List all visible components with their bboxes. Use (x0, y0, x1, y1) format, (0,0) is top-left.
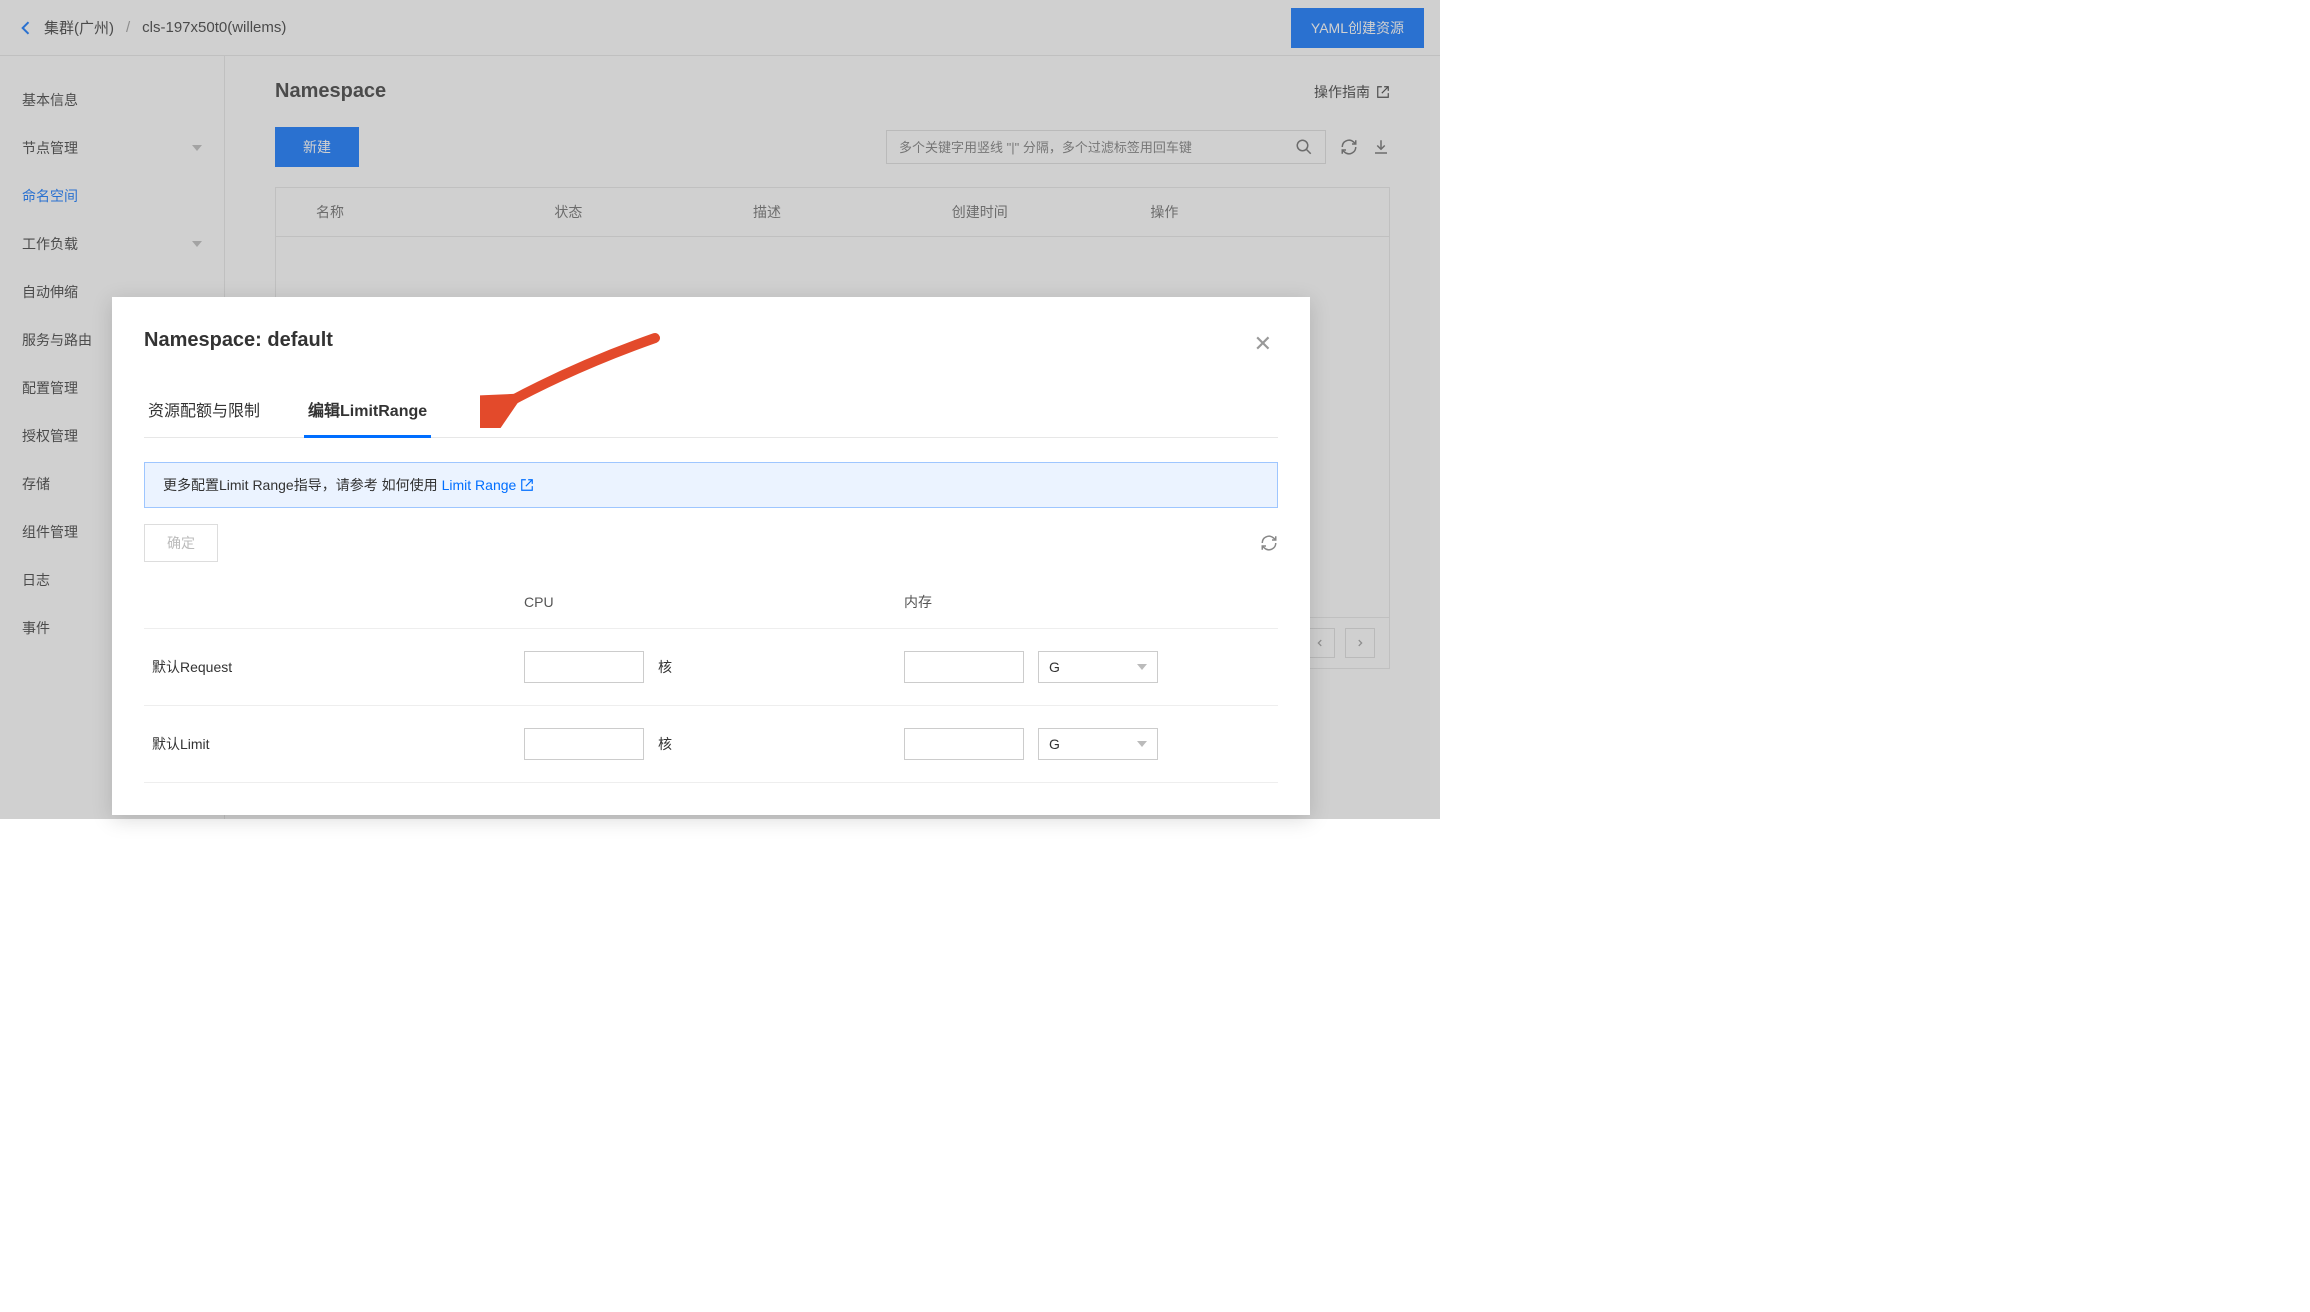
refresh-icon[interactable] (1260, 534, 1278, 552)
cpu-unit-label: 核 (658, 657, 672, 677)
limit-range-form: CPU 内存 默认Request 核 G 默认Limit (144, 576, 1278, 783)
close-icon[interactable]: ✕ (1248, 329, 1278, 359)
chevron-down-icon (1137, 741, 1147, 747)
row-default-request: 默认Request 核 G (144, 629, 1278, 706)
request-cpu-input[interactable] (524, 651, 644, 683)
modal-tabs: 资源配额与限制 编辑LimitRange (144, 383, 1278, 438)
row-label: 默认Limit (144, 734, 524, 754)
info-banner: 更多配置Limit Range指导，请参考 如何使用 Limit Range (144, 462, 1278, 508)
col-head-cpu: CPU (524, 594, 904, 610)
limit-cpu-input[interactable] (524, 728, 644, 760)
request-mem-unit-select[interactable]: G (1038, 651, 1158, 683)
external-link-icon (520, 478, 534, 492)
limit-range-help-link[interactable]: Limit Range (442, 477, 517, 493)
row-default-limit: 默认Limit 核 G (144, 706, 1278, 783)
form-head-row: CPU 内存 (144, 576, 1278, 629)
chevron-down-icon (1137, 664, 1147, 670)
confirm-button[interactable]: 确定 (144, 524, 218, 562)
unit-text: G (1049, 659, 1060, 675)
row-label: 默认Request (144, 657, 524, 677)
cpu-unit-label: 核 (658, 734, 672, 754)
tab-resource-quota[interactable]: 资源配额与限制 (144, 383, 264, 438)
namespace-modal: Namespace: default ✕ 资源配额与限制 编辑LimitRang… (112, 297, 1310, 815)
limit-mem-input[interactable] (904, 728, 1024, 760)
col-head-mem: 内存 (904, 592, 1278, 612)
request-mem-input[interactable] (904, 651, 1024, 683)
limit-mem-unit-select[interactable]: G (1038, 728, 1158, 760)
unit-text: G (1049, 736, 1060, 752)
tab-limit-range[interactable]: 编辑LimitRange (304, 383, 431, 438)
info-banner-text: 更多配置Limit Range指导，请参考 如何使用 (163, 475, 438, 495)
modal-title: Namespace: default (144, 329, 333, 352)
